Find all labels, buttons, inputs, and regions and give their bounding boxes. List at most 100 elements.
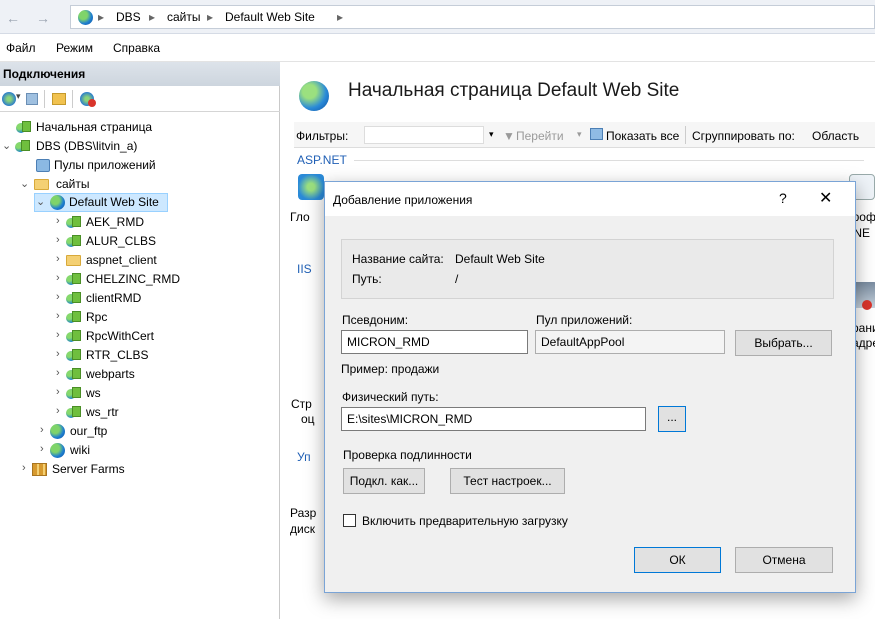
globe-icon [50, 443, 65, 458]
tree-item-rpc[interactable]: › Rpc [52, 308, 252, 327]
chevron-down-icon[interactable]: ⌄ [2, 139, 11, 152]
tree-item-app-pools[interactable]: Пулы приложений [34, 156, 254, 175]
connect-as-button[interactable]: Подкл. как... [343, 468, 425, 494]
filter-dropdown-icon[interactable]: ▾ [489, 129, 494, 140]
filter-input[interactable] [364, 126, 484, 144]
chevron-right-icon[interactable]: › [40, 443, 44, 455]
breadcrumb[interactable]: ▸ DBS ▸ сайты ▸ Default Web Site ▸ [70, 5, 875, 29]
tree-item-clientrmd[interactable]: › clientRMD [52, 289, 252, 308]
chevron-right-icon[interactable]: › [56, 215, 60, 227]
go-dropdown-icon[interactable]: ▾ [577, 129, 582, 140]
preload-checkbox[interactable] [343, 514, 356, 527]
chevron-right-icon[interactable]: › [56, 405, 60, 417]
tree-item-ws[interactable]: › ws [52, 384, 252, 403]
preload-label: Включить предварительную загрузку [362, 514, 568, 528]
chevron-right-icon[interactable]: › [56, 329, 60, 341]
tree-item-aek-rmd[interactable]: › AEK_RMD [52, 213, 252, 232]
close-icon[interactable]: ✕ [819, 188, 832, 208]
chevron-right-icon[interactable]: › [56, 310, 60, 322]
show-all-button[interactable]: Показать все [606, 129, 679, 143]
tree-item-webparts[interactable]: › webparts [52, 365, 252, 384]
tree-item-ws-rtr[interactable]: › ws_rtr [52, 403, 252, 422]
connect-globe-icon[interactable] [2, 92, 16, 106]
chevron-right-icon[interactable]: › [56, 234, 60, 246]
tree-item-aspnet-client[interactable]: › aspnet_client [52, 251, 252, 270]
tree-item-label: RpcWithCert [86, 329, 155, 343]
alias-input[interactable]: MICRON_RMD [341, 330, 528, 354]
cancel-button[interactable]: Отмена [735, 547, 833, 573]
start-page-icon [16, 121, 31, 134]
browse-button[interactable]: ... [658, 406, 686, 432]
filter-bar: Фильтры: ▾ ▼ Перейти ▾ Показать все Сгру… [294, 122, 875, 148]
dialog-titlebar: Добавление приложения ? ✕ [325, 182, 855, 216]
up-folder-icon[interactable] [52, 93, 66, 105]
tree-item-server[interactable]: ⌄ DBS (DBS\litvin_a) [0, 137, 240, 156]
chevron-right-icon[interactable]: › [56, 272, 60, 284]
site-info-box: Название сайта: Default Web Site Путь: / [341, 239, 834, 299]
connections-panel: Подключения ▾ Начальная страница ⌄ DBS (… [0, 62, 280, 619]
forward-arrow-icon[interactable]: → [36, 10, 50, 26]
path-label: Путь: [352, 272, 382, 286]
menu-view[interactable]: Режим [56, 41, 93, 55]
select-pool-button[interactable]: Выбрать... [735, 330, 832, 356]
application-icon [66, 330, 81, 343]
feature-label: диск [290, 522, 315, 536]
breadcrumb-separator: ▸ [207, 10, 214, 24]
breadcrumb-item-default-web-site[interactable]: Default Web Site [225, 10, 315, 24]
help-button[interactable]: ? [779, 190, 787, 206]
chevron-right-icon[interactable]: › [22, 462, 26, 474]
application-icon [66, 273, 81, 286]
chevron-right-icon[interactable]: › [56, 386, 60, 398]
tree-item-our-ftp[interactable]: › our_ftp [36, 422, 236, 441]
menu-help[interactable]: Справка [113, 41, 160, 55]
tree-item-sites[interactable]: ⌄ сайты [18, 175, 238, 194]
test-settings-button[interactable]: Тест настроек... [450, 468, 565, 494]
group-aspnet[interactable]: ASP.NET [297, 153, 347, 167]
chevron-down-icon[interactable]: ⌄ [36, 195, 45, 208]
application-icon [66, 349, 81, 362]
tree-item-label: RTR_CLBS [86, 348, 149, 362]
group-by-select[interactable]: Область [812, 129, 859, 143]
chevron-right-icon[interactable]: › [56, 348, 60, 360]
tree-item-chelzinc-rmd[interactable]: › CHELZINC_RMD [52, 270, 252, 289]
tree-item-label: Server Farms [52, 462, 125, 476]
breadcrumb-item-sites[interactable]: сайты [167, 10, 201, 24]
tree-item-default-web-site[interactable]: ⌄ Default Web Site [34, 193, 168, 212]
server-icon [15, 140, 30, 153]
tree-item-server-farms[interactable]: › Server Farms [18, 460, 218, 479]
save-icon[interactable] [26, 93, 38, 105]
group-divider [354, 160, 864, 161]
tree-item-label: CHELZINC_RMD [86, 272, 181, 286]
tree-item-rtr-clbs[interactable]: › RTR_CLBS [52, 346, 252, 365]
tree-item-alur-clbs[interactable]: › ALUR_CLBS [52, 232, 252, 251]
application-icon [66, 311, 81, 324]
chevron-down-icon[interactable]: ⌄ [20, 177, 29, 190]
group-iis[interactable]: IIS [297, 262, 312, 276]
tree-item-wiki[interactable]: › wiki [36, 441, 236, 460]
tree-item-label: our_ftp [70, 424, 108, 438]
show-all-icon [590, 128, 603, 140]
breadcrumb-item-dbs[interactable]: DBS [116, 10, 141, 24]
feature-icon[interactable] [298, 174, 324, 200]
dropdown-arrow-icon[interactable]: ▾ [16, 91, 21, 102]
menu-file[interactable]: Файл [6, 41, 36, 55]
chevron-right-icon[interactable]: › [56, 253, 60, 265]
filter-separator [685, 126, 686, 144]
back-arrow-icon[interactable]: ← [6, 10, 20, 26]
app-pool-field: DefaultAppPool [535, 330, 725, 354]
alias-example: Пример: продажи [341, 362, 440, 376]
go-button[interactable]: Перейти [516, 129, 564, 143]
chevron-right-icon[interactable]: › [56, 367, 60, 379]
group-manage[interactable]: Уп [297, 450, 311, 464]
feature-label: оц [301, 412, 315, 426]
tree-item-start-page[interactable]: Начальная страница [16, 118, 236, 137]
path-value: / [455, 272, 459, 286]
chevron-right-icon[interactable]: › [56, 291, 60, 303]
menu-bar: Файл Режим Справка [0, 34, 875, 62]
application-icon [66, 387, 81, 400]
globe-icon [50, 195, 65, 210]
tree-item-rpcwithcert[interactable]: › RpcWithCert [52, 327, 252, 346]
chevron-right-icon[interactable]: › [40, 424, 44, 436]
physical-path-input[interactable]: E:\sites\MICRON_RMD [341, 407, 646, 431]
ok-button[interactable]: ОК [634, 547, 721, 573]
